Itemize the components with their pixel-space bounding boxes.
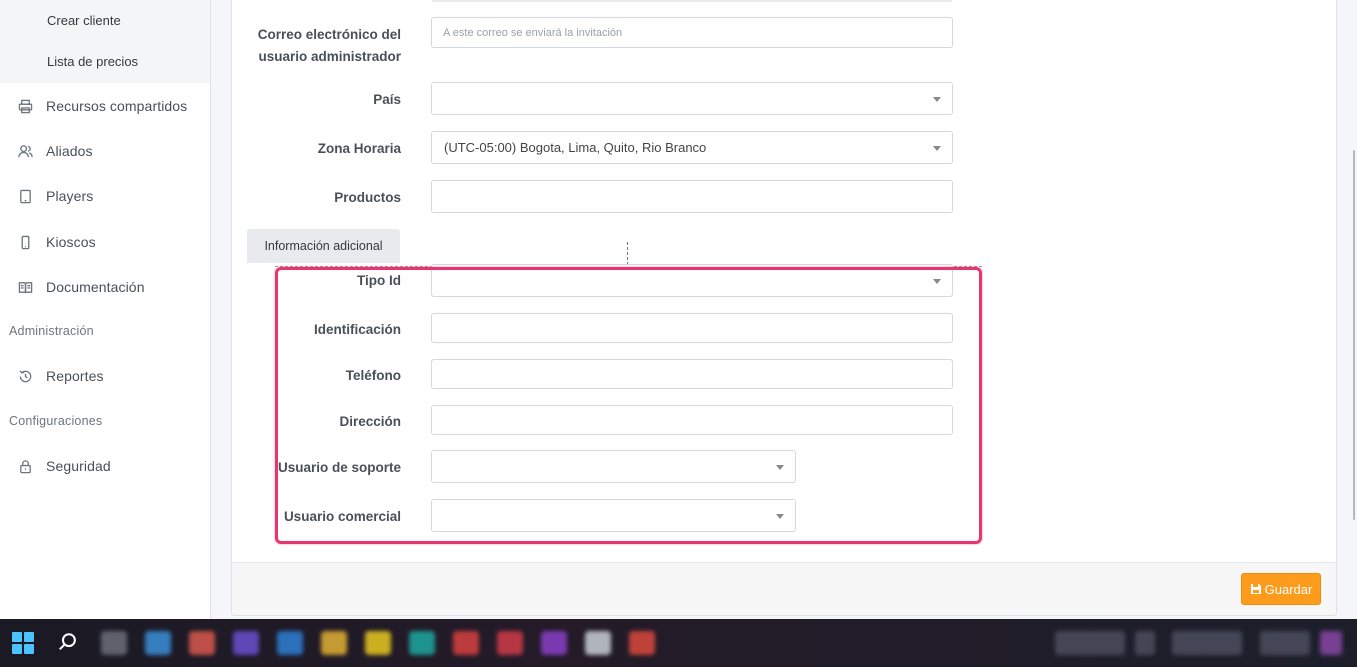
notification-icon[interactable] <box>1320 631 1342 655</box>
phone-icon <box>17 234 33 250</box>
section-header-configuraciones: Configuraciones <box>9 414 103 428</box>
sidebar-item-reportes[interactable]: Reportes <box>0 361 210 391</box>
sidebar-subitem-crear-cliente[interactable]: Crear cliente <box>47 13 121 28</box>
admin-email-input[interactable]: A este correo se enviará la invitación <box>431 17 953 48</box>
taskbar-app-icon[interactable] <box>233 631 259 655</box>
taskbar-app-icon[interactable] <box>497 631 523 655</box>
sidebar-item-label: Kioscos <box>46 234 96 250</box>
lock-icon <box>17 458 33 474</box>
chevron-down-icon <box>933 96 941 102</box>
sidebar-item-label: Players <box>46 188 94 204</box>
id-type-label: Tipo Id <box>357 273 401 288</box>
support-user-select[interactable] <box>431 450 796 483</box>
taskbar-app-icon[interactable] <box>409 631 435 655</box>
sales-user-select[interactable] <box>431 499 796 532</box>
system-tray-icons[interactable] <box>1055 631 1125 655</box>
identification-input[interactable] <box>431 313 953 343</box>
sidebar-item-label: Recursos compartidos <box>46 98 188 114</box>
timezone-label: Zona Horaria <box>317 141 401 156</box>
chevron-down-icon <box>933 145 941 151</box>
products-input[interactable] <box>431 180 953 213</box>
admin-email-placeholder: A este correo se enviará la invitación <box>443 26 623 39</box>
sidebar-item-players[interactable]: Players <box>0 181 210 211</box>
chevron-down-icon <box>776 464 784 470</box>
sidebar-submenu: Crear cliente Lista de precios <box>0 0 210 83</box>
support-user-label: Usuario de soporte <box>277 460 401 475</box>
taskbar-app-icon[interactable] <box>585 631 611 655</box>
sidebar-item-label: Aliados <box>46 143 93 159</box>
save-button[interactable]: Guardar <box>1241 573 1321 605</box>
address-label: Dirección <box>339 414 401 429</box>
tablet-icon <box>17 188 33 204</box>
save-button-label: Guardar <box>1264 581 1313 597</box>
sidebar-item-label: Seguridad <box>46 458 111 474</box>
timezone-select[interactable]: (UTC-05:00) Bogota, Lima, Quito, Rio Bra… <box>431 131 953 164</box>
timezone-select-value: (UTC-05:00) Bogota, Lima, Quito, Rio Bra… <box>444 140 707 155</box>
id-type-select[interactable] <box>431 264 953 297</box>
sidebar: Crear cliente Lista de precios Recursos … <box>0 0 211 619</box>
email-label: Correo electrónico del usuario administr… <box>257 27 401 64</box>
taskbar-app-icon[interactable] <box>145 631 171 655</box>
taskbar-app-icon[interactable] <box>365 631 391 655</box>
phone-input[interactable] <box>431 359 953 389</box>
system-tray-icons[interactable] <box>1172 631 1242 655</box>
sidebar-item-label: Documentación <box>46 279 145 295</box>
sidebar-item-kioscos[interactable]: Kioscos <box>0 227 210 257</box>
tab-label: Información adicional <box>264 239 383 253</box>
address-input[interactable] <box>431 405 953 435</box>
book-icon <box>17 279 33 295</box>
taskbar-app-icon[interactable] <box>629 631 655 655</box>
history-icon <box>17 368 33 384</box>
taskbar-app-icon[interactable] <box>541 631 567 655</box>
drag-guide-line <box>627 242 628 265</box>
chevron-down-icon <box>776 513 784 519</box>
phone-label: Teléfono <box>345 368 401 383</box>
printer-icon <box>17 98 33 114</box>
windows-start-icon[interactable] <box>12 632 34 654</box>
products-label: Productos <box>334 190 401 205</box>
taskbar-app-icon[interactable] <box>453 631 479 655</box>
sales-user-label: Usuario comercial <box>283 509 401 524</box>
country-label: País <box>373 92 401 107</box>
sidebar-item-documentacion[interactable]: Documentación <box>0 272 210 302</box>
system-tray-icon[interactable] <box>1135 631 1155 655</box>
users-icon <box>17 143 33 159</box>
sidebar-item-label: Reportes <box>46 368 104 384</box>
sidebar-item-seguridad[interactable]: Seguridad <box>0 451 210 481</box>
sidebar-subitem-lista-precios[interactable]: Lista de precios <box>47 54 138 69</box>
sidebar-item-recursos-compartidos[interactable]: Recursos compartidos <box>0 91 210 121</box>
search-icon[interactable] <box>57 631 81 655</box>
previous-field-edge <box>432 0 952 2</box>
tab-informacion-adicional[interactable]: Información adicional <box>247 229 400 263</box>
identification-label: Identificación <box>313 322 401 337</box>
sidebar-item-aliados[interactable]: Aliados <box>0 136 210 166</box>
country-select[interactable] <box>431 82 953 115</box>
section-header-administracion: Administración <box>9 324 94 338</box>
chevron-down-icon <box>933 278 941 284</box>
save-icon <box>1250 584 1261 594</box>
os-taskbar <box>0 619 1357 667</box>
taskbar-app-icon[interactable] <box>189 631 215 655</box>
card-footer: Guardar <box>232 562 1336 615</box>
scrollbar-thumb[interactable] <box>1353 150 1355 520</box>
system-clock[interactable] <box>1260 631 1310 655</box>
taskbar-app-icon[interactable] <box>277 631 303 655</box>
page-scrollbar[interactable] <box>1351 0 1357 619</box>
taskbar-app-icon[interactable] <box>321 631 347 655</box>
taskbar-app-icon[interactable] <box>101 631 127 655</box>
